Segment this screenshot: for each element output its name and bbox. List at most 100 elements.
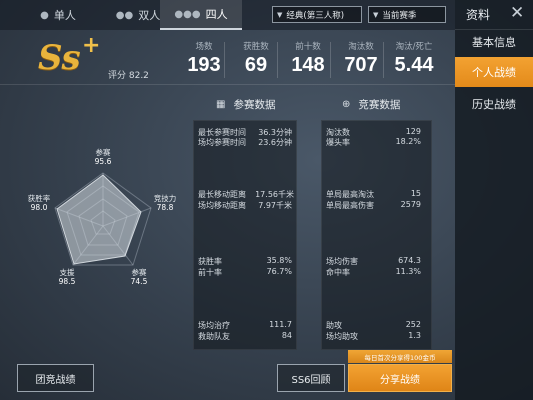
stat-label: 前十数	[295, 42, 321, 52]
row-key: 获胜率	[198, 257, 222, 266]
stat-row: 场均助攻 1.3	[326, 331, 421, 342]
stat-value: 193	[187, 54, 221, 76]
radar-axis-value: 98.0	[30, 203, 48, 212]
season-review-button[interactable]: SS6回顾	[277, 364, 345, 392]
close-icon[interactable]: ✕	[510, 3, 524, 23]
radar-axis-label: 参赛	[95, 148, 111, 157]
sidebar-item-personal-record[interactable]: 个人战绩	[455, 57, 533, 87]
stat-row: 单局最高淘汰 15	[326, 189, 421, 200]
stat-row: 命中率 11.3%	[326, 267, 421, 278]
mode-dropdown[interactable]: ▼ 经典(第三人称)	[272, 6, 362, 23]
row-value: 111.7	[269, 320, 292, 329]
share-record-button[interactable]: 分享战绩	[348, 364, 452, 392]
row-key: 场均伤害	[326, 257, 358, 266]
radar-axis-label: 参赛	[131, 268, 147, 277]
radar-label-right: 竞技力 78.8	[150, 194, 180, 212]
stat-matches: 场数 193	[174, 40, 234, 77]
mode-dropdown-value: 经典(第三人称)	[286, 10, 345, 21]
chevron-down-icon: ▼	[277, 10, 283, 19]
row-key: 场均参赛时间	[198, 138, 246, 147]
stat-label: 场数	[195, 42, 213, 52]
tab-label: 双人	[138, 9, 161, 22]
row-value: 23.6分钟	[258, 138, 292, 147]
row-value: 18.2%	[395, 137, 421, 146]
chevron-down-icon: ▼	[373, 10, 379, 19]
radar-label-bottom-right: 参赛 74.5	[126, 268, 152, 286]
sidebar-item-label: 个人战绩	[472, 66, 516, 79]
sidebar-item-history-record[interactable]: 历史战绩	[455, 89, 533, 119]
row-value: 1.3	[408, 331, 421, 340]
participation-panel	[193, 120, 297, 350]
tab-label: 单人	[53, 9, 76, 22]
tip-label: 每日首次分享得100金币	[364, 353, 436, 362]
top-tab-bar: ● 单人 ●● 双人 ●●● 四人 ▼ 经典(第三人称) ▼ 当前赛季	[0, 0, 455, 30]
rating-plus: +	[82, 33, 101, 58]
radar-axis-label: 获胜率	[27, 194, 51, 203]
row-value: 252	[405, 320, 421, 329]
competition-panel	[321, 120, 432, 350]
stat-row: 场均参赛时间 23.6分钟	[198, 137, 292, 148]
tab-squad[interactable]: ●●● 四人	[160, 0, 242, 30]
sidebar-item-basic-info[interactable]: 基本信息	[455, 27, 533, 57]
radar-axis-value: 78.8	[156, 203, 174, 212]
row-value: 84	[281, 331, 292, 340]
row-key: 爆头率	[326, 138, 350, 147]
stat-value: 707	[344, 54, 378, 76]
tab-label: 四人	[205, 8, 228, 21]
row-key: 救助队友	[198, 332, 230, 341]
radar-value-area	[56, 174, 142, 265]
stat-row: 爆头率 18.2%	[326, 137, 421, 148]
single-person-icon: ●	[40, 9, 49, 21]
stat-row: 前十率 76.7%	[198, 267, 292, 278]
season-dropdown[interactable]: ▼ 当前赛季	[368, 6, 446, 23]
section-competition: ⊕ 竞赛数据	[342, 97, 400, 112]
section-title: 参赛数据	[233, 99, 276, 111]
stat-row: 场均移动距离 7.97千米	[198, 200, 292, 211]
row-key: 最长移动距离	[198, 190, 246, 199]
crosshair-icon: ⊕	[342, 99, 351, 110]
row-value: 674.3	[398, 256, 421, 265]
squad-icon: ●●●	[174, 8, 201, 20]
stat-row: 助攻 252	[326, 320, 421, 331]
divider	[224, 42, 225, 78]
radar-axis-value: 74.5	[130, 277, 148, 286]
row-value: 35.8%	[266, 256, 292, 265]
stat-value: 148	[291, 54, 325, 76]
row-value: 2579	[400, 200, 421, 209]
stat-label: 淘汰数	[348, 42, 374, 52]
row-value: 7.97千米	[258, 201, 292, 210]
button-label: SS6回顾	[291, 374, 331, 386]
stat-row: 获胜率 35.8%	[198, 256, 292, 267]
season-dropdown-value: 当前赛季	[382, 10, 417, 21]
tab-solo[interactable]: ● 单人	[17, 0, 99, 30]
row-key: 助攻	[326, 321, 342, 330]
team-record-button[interactable]: 团竞战绩	[17, 364, 94, 392]
row-key: 场均治疗	[198, 321, 230, 330]
row-value: 15	[410, 189, 421, 198]
sidebar-title: 资料	[466, 8, 491, 22]
button-label: 团竞战绩	[35, 374, 76, 386]
sidebar-item-label: 基本信息	[472, 36, 516, 49]
stat-row: 场均治疗 111.7	[198, 320, 292, 331]
row-value: 11.3%	[395, 267, 421, 276]
row-key: 场均移动距离	[198, 201, 246, 210]
stat-row: 最长移动距离 17.56千米	[198, 189, 294, 200]
row-key: 前十率	[198, 268, 222, 277]
row-value: 17.56千米	[255, 190, 294, 199]
radar-label-left: 获胜率 98.0	[24, 194, 54, 212]
radar-label-top: 参赛 95.6	[90, 148, 116, 166]
stat-row: 单局最高伤害 2579	[326, 200, 421, 211]
sidebar-item-label: 历史战绩	[472, 98, 516, 111]
radar-axis-label: 支援	[59, 268, 75, 277]
row-key: 场均助攻	[326, 332, 358, 341]
row-key: 单局最高伤害	[326, 201, 374, 210]
radar-label-bottom-left: 支援 98.5	[54, 268, 80, 286]
radar-chart	[54, 172, 152, 266]
stat-kd: 淘汰/死亡 5.44	[384, 40, 444, 77]
radar-axis-value: 98.5	[58, 277, 76, 286]
stat-row: 救助队友 84	[198, 331, 292, 342]
stat-value: 5.44	[394, 54, 434, 76]
divider	[0, 84, 455, 85]
stat-eliminations: 淘汰数 707	[331, 40, 391, 77]
bar-chart-icon: ▦	[216, 99, 226, 110]
